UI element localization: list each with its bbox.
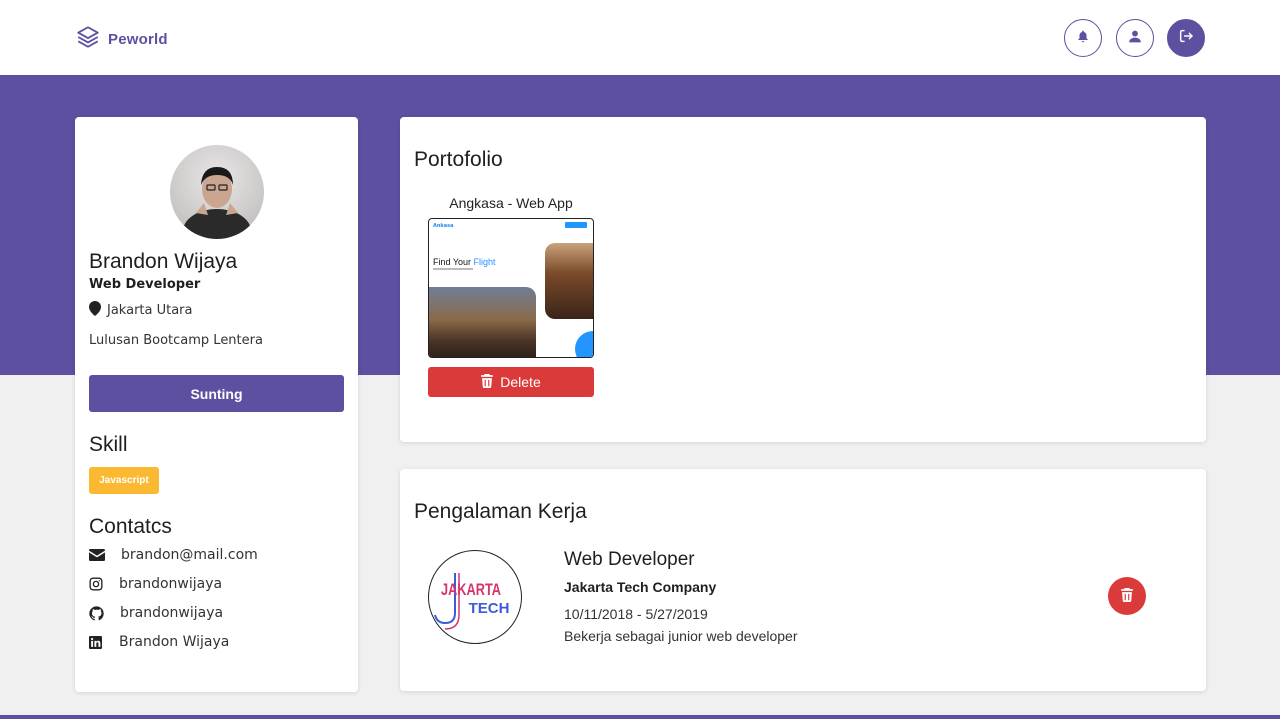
map-pin-icon xyxy=(89,301,101,320)
contacts-title: Contatcs xyxy=(89,515,172,538)
portfolio-item-name: Angkasa - Web App xyxy=(449,195,573,211)
delete-portfolio-button[interactable]: Delete xyxy=(428,367,594,397)
mail-icon xyxy=(89,549,117,561)
company-logo: JAKARTA TECH xyxy=(428,550,522,644)
thumb-headline-accent: Flight xyxy=(473,257,496,267)
experience-position: Web Developer xyxy=(564,549,695,570)
thumb-decor-circle xyxy=(575,331,593,357)
experience-card: Pengalaman Kerja JAKARTA TECH Web Develo… xyxy=(400,469,1206,691)
brand-name: Peworld xyxy=(108,30,168,48)
thumb-headline: Find Your Flight xyxy=(433,257,496,267)
layers-icon xyxy=(75,24,101,54)
portfolio-title: Portofolio xyxy=(414,148,503,171)
thumb-image-secondary xyxy=(545,243,593,319)
thumb-brand: Ankasa xyxy=(433,223,454,229)
contact-instagram[interactable]: brandonwijaya xyxy=(89,574,222,594)
contact-linkedin[interactable]: Brandon Wijaya xyxy=(89,632,229,652)
profile-name: Brandon Wijaya xyxy=(89,250,238,273)
logo-text-1: JAKARTA xyxy=(441,580,501,599)
trash-icon xyxy=(481,373,494,391)
profile-button[interactable] xyxy=(1116,19,1154,57)
skill-badge: Javascript xyxy=(89,467,159,494)
contact-github-text: brandonwijaya xyxy=(120,605,224,621)
notification-button[interactable] xyxy=(1064,19,1102,57)
contact-linkedin-text: Brandon Wijaya xyxy=(119,634,230,650)
experience-date: 10/11/2018 - 5/27/2019 xyxy=(564,606,708,622)
contact-instagram-text: brandonwijaya xyxy=(119,576,223,592)
avatar xyxy=(170,145,264,239)
navbar: Peworld xyxy=(0,0,1280,75)
experience-company: Jakarta Tech Company xyxy=(564,579,717,595)
skill-title: Skill xyxy=(89,433,128,456)
github-icon xyxy=(89,605,117,621)
logout-button[interactable] xyxy=(1167,19,1205,57)
thumb-image-primary xyxy=(429,287,536,357)
footer-edge xyxy=(0,715,1280,719)
profile-location: Jakarta Utara xyxy=(89,301,193,320)
thumb-headline-text: Find Your xyxy=(433,257,472,267)
contact-github[interactable]: brandonwijaya xyxy=(89,603,223,623)
contact-email[interactable]: brandon@mail.com xyxy=(89,545,258,565)
portfolio-thumbnail[interactable]: Ankasa Find Your Flight xyxy=(428,218,594,358)
trash-icon xyxy=(1121,587,1133,605)
profile-job: Web Developer xyxy=(89,277,201,292)
experience-title: Pengalaman Kerja xyxy=(414,500,587,523)
thumb-subtext xyxy=(433,268,473,270)
location-text: Jakarta Utara xyxy=(107,303,193,318)
delete-label: Delete xyxy=(500,374,541,390)
portfolio-card: Portofolio Angkasa - Web App Ankasa Find… xyxy=(400,117,1206,442)
brand-logo[interactable]: Peworld xyxy=(75,24,168,54)
instagram-icon xyxy=(89,577,117,591)
user-icon xyxy=(1128,29,1142,48)
edit-profile-button[interactable]: Sunting xyxy=(89,375,344,412)
delete-experience-button[interactable] xyxy=(1108,577,1146,615)
bell-icon xyxy=(1076,29,1090,48)
contact-email-text: brandon@mail.com xyxy=(121,547,258,563)
logout-icon xyxy=(1178,28,1194,48)
portfolio-item: Angkasa - Web App Ankasa Find Your Fligh… xyxy=(428,195,594,397)
logo-text-2: TECH xyxy=(469,600,510,617)
thumb-nav-button xyxy=(565,222,587,228)
profile-bio: Lulusan Bootcamp Lentera xyxy=(89,333,263,348)
profile-card: Brandon Wijaya Web Developer Jakarta Uta… xyxy=(75,117,358,692)
linkedin-icon xyxy=(89,635,117,649)
experience-description: Bekerja sebagai junior web developer xyxy=(564,628,798,644)
